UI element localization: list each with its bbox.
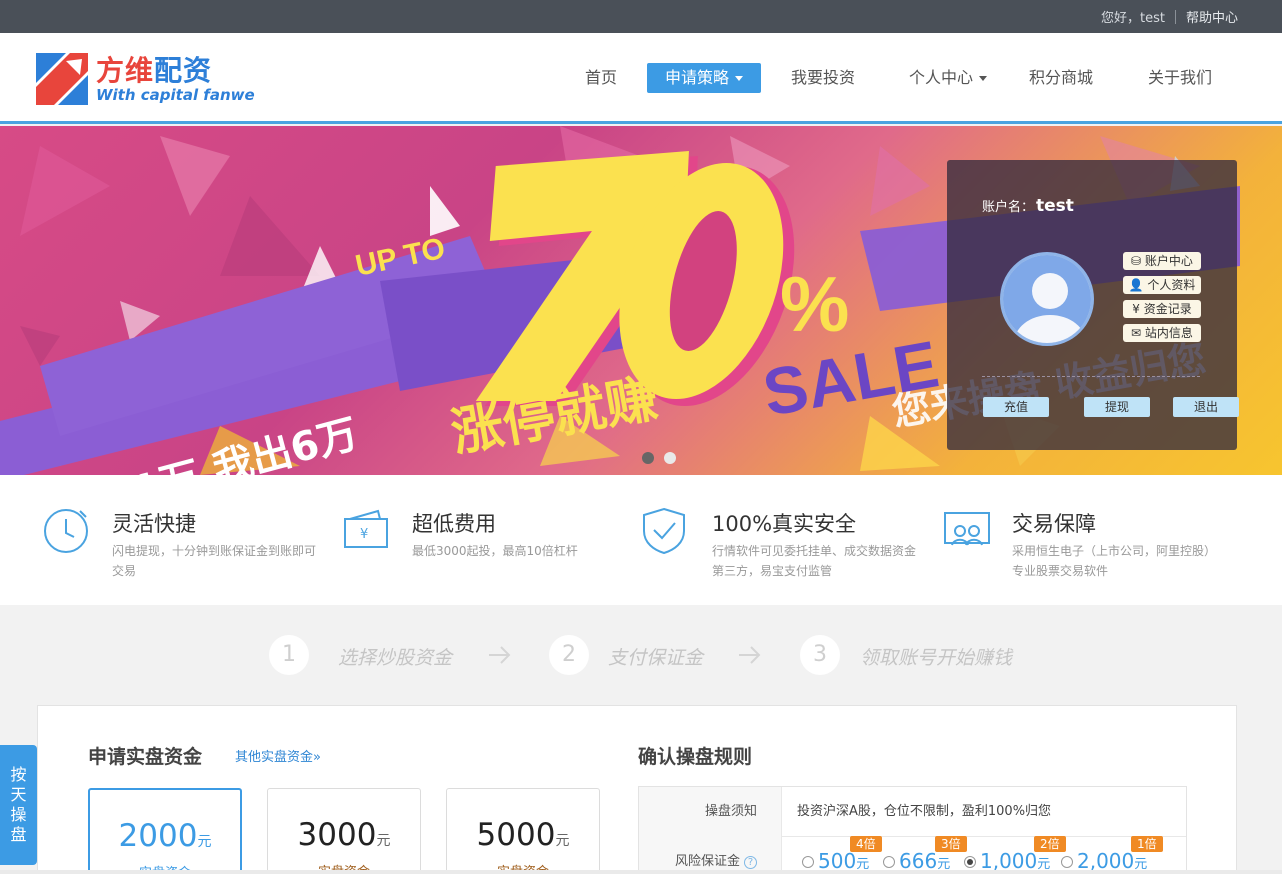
messages-link[interactable]: ✉ 站内信息 <box>1123 324 1201 342</box>
banner-percent: % <box>780 260 849 348</box>
feature-title: 灵活快捷 <box>112 512 196 536</box>
account-label: 账户名： <box>982 200 1035 215</box>
nav-about-us[interactable]: 关于我们 <box>1140 63 1220 93</box>
rules-row: 风险保证金? 4倍 500元 3倍 666元 2倍 1,000元 1倍 2,00… <box>639 836 1186 874</box>
nav-invest[interactable]: 我要投资 <box>782 63 864 93</box>
carousel-dot[interactable] <box>664 452 676 464</box>
logo-text-cn: 方维配资 <box>96 54 213 87</box>
site-logo[interactable]: 方维配资 With capital fanwe <box>36 51 266 107</box>
apply-panel: 申请实盘资金 其他实盘资金» 2000元 实盘资金 3000元 实盘资金 500… <box>37 705 1237 874</box>
nav-apply-strategy[interactable]: 申请策略 <box>647 63 761 93</box>
feature-title: 交易保障 <box>1012 512 1096 536</box>
shield-check-icon <box>643 507 685 555</box>
help-icon[interactable]: ? <box>744 856 757 869</box>
chevron-down-icon <box>979 76 987 81</box>
radio-button[interactable] <box>1061 855 1073 868</box>
rules-row: 操盘须知 投资沪深A股，仓位不限制，盈利100%归您 <box>639 787 1186 837</box>
rule-label: 操盘须知 <box>639 787 782 837</box>
arrow-right-icon <box>739 646 761 664</box>
help-center-link[interactable]: 帮助中心 <box>1186 7 1238 26</box>
feature-desc: 最低3000起投，最高10倍杠杆 <box>412 544 578 558</box>
screen-users-icon <box>944 512 990 546</box>
logo-text-en: With capital fanwe <box>96 86 255 104</box>
radio-button[interactable] <box>883 855 895 868</box>
avatar[interactable] <box>1000 252 1094 346</box>
user-avatar-icon <box>1003 255 1091 343</box>
funds-record-link[interactable]: ¥ 资金记录 <box>1123 300 1201 318</box>
rule-label: 风险保证金? <box>639 837 782 874</box>
leverage-badge: 3倍 <box>935 836 967 852</box>
profile-link[interactable]: 👤 个人资料 <box>1123 276 1201 294</box>
rules-title: 确认操盘规则 <box>638 746 753 768</box>
divider <box>982 376 1200 377</box>
step-number: 3 <box>800 635 840 675</box>
nav-home[interactable]: 首页 <box>570 63 632 93</box>
feature-desc: 采用恒生电子（上市公司，阿里控股）专业股票交易软件 <box>1012 544 1217 578</box>
nav-personal-center[interactable]: 个人中心 <box>900 63 996 93</box>
recharge-button[interactable]: 充值 <box>983 397 1049 417</box>
step-number: 1 <box>269 635 309 675</box>
leverage-badge: 1倍 <box>1131 836 1163 852</box>
withdraw-button[interactable]: 提现 <box>1084 397 1150 417</box>
clock-icon <box>44 509 88 553</box>
divider <box>1174 9 1176 24</box>
features-strip: 灵活快捷 闪电提现，十分钟到账保证金到账即可交易 ¥ 超低费用 最低3000起投… <box>0 475 1282 605</box>
rule-value: 投资沪深A股，仓位不限制，盈利100%归您 <box>797 804 1052 819</box>
apply-title: 申请实盘资金 <box>88 746 203 768</box>
greeting-text: 您好，test <box>1101 11 1165 26</box>
account-username: test <box>1036 196 1074 216</box>
process-steps: 1 选择炒股资金 2 支付保证金 3 领取账号开始赚钱 <box>0 605 1282 705</box>
bottom-bar <box>0 870 1282 874</box>
step-label: 支付保证金 <box>608 647 704 669</box>
arrow-right-icon <box>489 646 511 664</box>
svg-text:¥: ¥ <box>360 527 368 542</box>
chevron-down-icon <box>735 76 743 81</box>
carousel-dot[interactable] <box>642 452 654 464</box>
other-funds-link[interactable]: 其他实盘资金» <box>235 746 321 765</box>
radio-button[interactable] <box>802 855 814 868</box>
nav-points-mall[interactable]: 积分商城 <box>1022 63 1100 93</box>
wallet-icon: ¥ <box>344 509 388 548</box>
account-links: ⛁ 账户中心 👤 个人资料 ¥ 资金记录 ✉ 站内信息 <box>1123 252 1201 348</box>
feature-desc: 行情软件可见委托挂单、成交数据资金第三方，易宝支付监管 <box>712 544 917 578</box>
amount-option[interactable]: 2000元 实盘资金 <box>88 788 242 874</box>
amount-value: 3000 <box>297 817 377 853</box>
leverage-badge: 4倍 <box>850 836 882 852</box>
top-bar: 您好，test 帮助中心 <box>0 0 1282 33</box>
amount-option[interactable]: 5000元 实盘资金 <box>446 788 600 874</box>
account-name-row: 账户名： test <box>982 196 1074 216</box>
feature-title: 100%真实安全 <box>712 512 857 536</box>
feature-title: 超低费用 <box>412 512 496 536</box>
rules-table: 操盘须知 投资沪深A股，仓位不限制，盈利100%归您 风险保证金? 4倍 500… <box>638 786 1187 874</box>
site-header: 方维配资 With capital fanwe 首页 申请策略 我要投资 个人中… <box>0 33 1282 124</box>
step-label: 选择炒股资金 <box>338 647 453 669</box>
feature-desc: 闪电提现，十分钟到账保证金到账即可交易 <box>112 544 317 578</box>
amount-option[interactable]: 3000元 实盘资金 <box>267 788 421 874</box>
step-label: 领取账号开始赚钱 <box>860 647 1013 669</box>
amount-value: 2000 <box>118 818 198 854</box>
daily-trading-tab[interactable]: 按天操盘 <box>0 745 37 865</box>
step-number: 2 <box>549 635 589 675</box>
amount-value: 5000 <box>476 817 556 853</box>
account-center-link[interactable]: ⛁ 账户中心 <box>1123 252 1201 270</box>
logo-mark-icon <box>36 53 88 105</box>
logout-button[interactable]: 退出 <box>1173 397 1239 417</box>
radio-button[interactable] <box>964 855 976 868</box>
account-panel: 账户名： test ⛁ 账户中心 👤 个人资料 ¥ 资金记录 ✉ 站内信息 充值 … <box>947 160 1239 450</box>
carousel-dots <box>642 452 676 464</box>
top-links: 您好，test 帮助中心 <box>1101 7 1238 26</box>
